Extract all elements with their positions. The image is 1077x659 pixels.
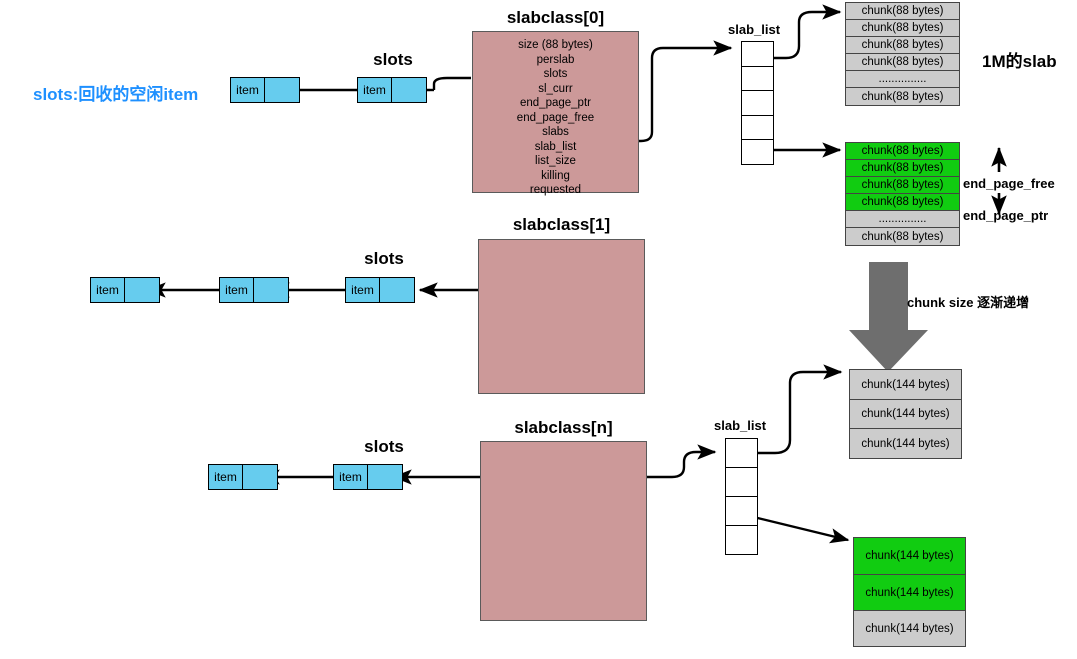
chunk-row: chunk(144 bytes) [850,400,961,429]
chunk-row: chunk(88 bytes) [846,37,959,54]
slab-list-cell [726,497,757,526]
slab-list-label-bottom: slab_list [714,418,767,433]
slots-annotation: slots:回收的空闲item [33,85,199,104]
slabclass-0-item-2: item [230,77,300,103]
field-end-page-ptr: end_page_ptr [520,97,591,109]
chunk-stack-top-used: chunk(88 bytes) chunk(88 bytes) chunk(88… [845,2,960,106]
slabclass-n-item-2: item [208,464,278,490]
item-next-ptr-cell [380,278,414,302]
chunk-row-free: chunk(144 bytes) [854,538,965,575]
chunk-stack-bottom-partial: chunk(144 bytes) chunk(144 bytes) chunk(… [853,537,966,647]
item-label: item [209,465,243,489]
slabclass-1-item-2: item [219,277,289,303]
end-page-free-label: end_page_free [963,176,1055,191]
chunk-row: chunk(88 bytes) [846,54,959,71]
slab-list-cell [742,91,773,116]
item-next-ptr-cell [243,465,277,489]
diagram-canvas: slots:回收的空闲item slabclass[0] size (88 by… [0,0,1077,659]
one-m-slab-label: 1M的slab [982,52,1057,71]
slabclass-0-fields: size (88 bytes) perslab slots sl_curr en… [473,38,638,198]
item-next-ptr-cell [392,78,426,102]
chunk-row: chunk(144 bytes) [854,611,965,646]
item-next-ptr-cell [368,465,402,489]
slab-list-cell [742,42,773,67]
field-killing: killing [541,169,570,182]
field-end-page-free: end_page_free [516,111,595,124]
slabclass-1-slots-label: slots [364,249,404,268]
chunk-row: chunk(144 bytes) [850,370,961,400]
field-requested: requested [529,184,582,196]
item-next-ptr-cell [125,278,159,302]
chunk-stack-bottom-used: chunk(144 bytes) chunk(144 bytes) chunk(… [849,369,962,459]
chunk-row-ellipsis: ............... [846,71,959,88]
slab-list-cell [742,116,773,141]
chunk-row: chunk(88 bytes) [846,3,959,20]
slabclass-0-struct: size (88 bytes) perslab slots sl_curr en… [472,31,639,196]
slab-list-column-bottom [725,438,758,555]
chunk-row: chunk(88 bytes) [846,228,959,245]
slab-list-cell [726,439,757,468]
chunk-row-ellipsis: ............... [846,211,959,228]
field-list-size: list_size [535,155,576,167]
slab-list-column-top [741,41,774,165]
item-label: item [231,78,265,102]
chunk-stack-top-partial: chunk(88 bytes) chunk(88 bytes) chunk(88… [845,142,960,246]
slab-list-cell [742,140,773,164]
end-page-ptr-label: end_page_ptr [963,208,1049,223]
chunk-row: chunk(144 bytes) [850,429,961,458]
chunk-row: chunk(88 bytes) [846,88,959,105]
chunk-row-free: chunk(88 bytes) [846,194,959,211]
item-label: item [220,278,254,302]
field-size: size (88 bytes) [518,39,593,51]
chunk-size-annotation: chunk size 逐渐递增 [907,295,1030,310]
chunk-row-free: chunk(144 bytes) [854,575,965,611]
field-slots: slots [543,68,568,80]
item-next-ptr-cell [265,78,299,102]
slab-list-label-top: slab_list [728,22,781,37]
field-perslab: perslab [536,53,575,66]
chunk-row-free: chunk(88 bytes) [846,143,959,160]
item-label: item [346,278,380,302]
field-sl-curr: sl_curr [538,82,573,95]
item-label: item [334,465,368,489]
slabclass-0-item-1: item [357,77,427,103]
slabclass-n-item-1: item [333,464,403,490]
slabclass-n-slots-label: slots [364,437,404,456]
field-slabs: slabs [542,126,569,138]
chunk-row-free: chunk(88 bytes) [846,160,959,177]
slabclass-n-struct [480,441,647,621]
slabclass-1-item-1: item [345,277,415,303]
slabclass-1-title: slabclass[1] [512,215,611,234]
slabclass-1-item-3: item [90,277,160,303]
slab-list-cell [726,468,757,497]
item-next-ptr-cell [254,278,288,302]
chunk-row-free: chunk(88 bytes) [846,177,959,194]
slabclass-n-title: slabclass[n] [514,418,613,437]
chunk-row: chunk(88 bytes) [846,20,959,37]
slabclass-0-title: slabclass[0] [506,8,605,27]
slabclass-0-slots-label: slots [373,50,413,69]
slab-list-cell [742,67,773,92]
slab-list-cell [726,526,757,554]
field-slab-list: slab_list [534,140,577,153]
item-label: item [358,78,392,102]
slabclass-1-struct [478,239,645,394]
item-label: item [91,278,125,302]
